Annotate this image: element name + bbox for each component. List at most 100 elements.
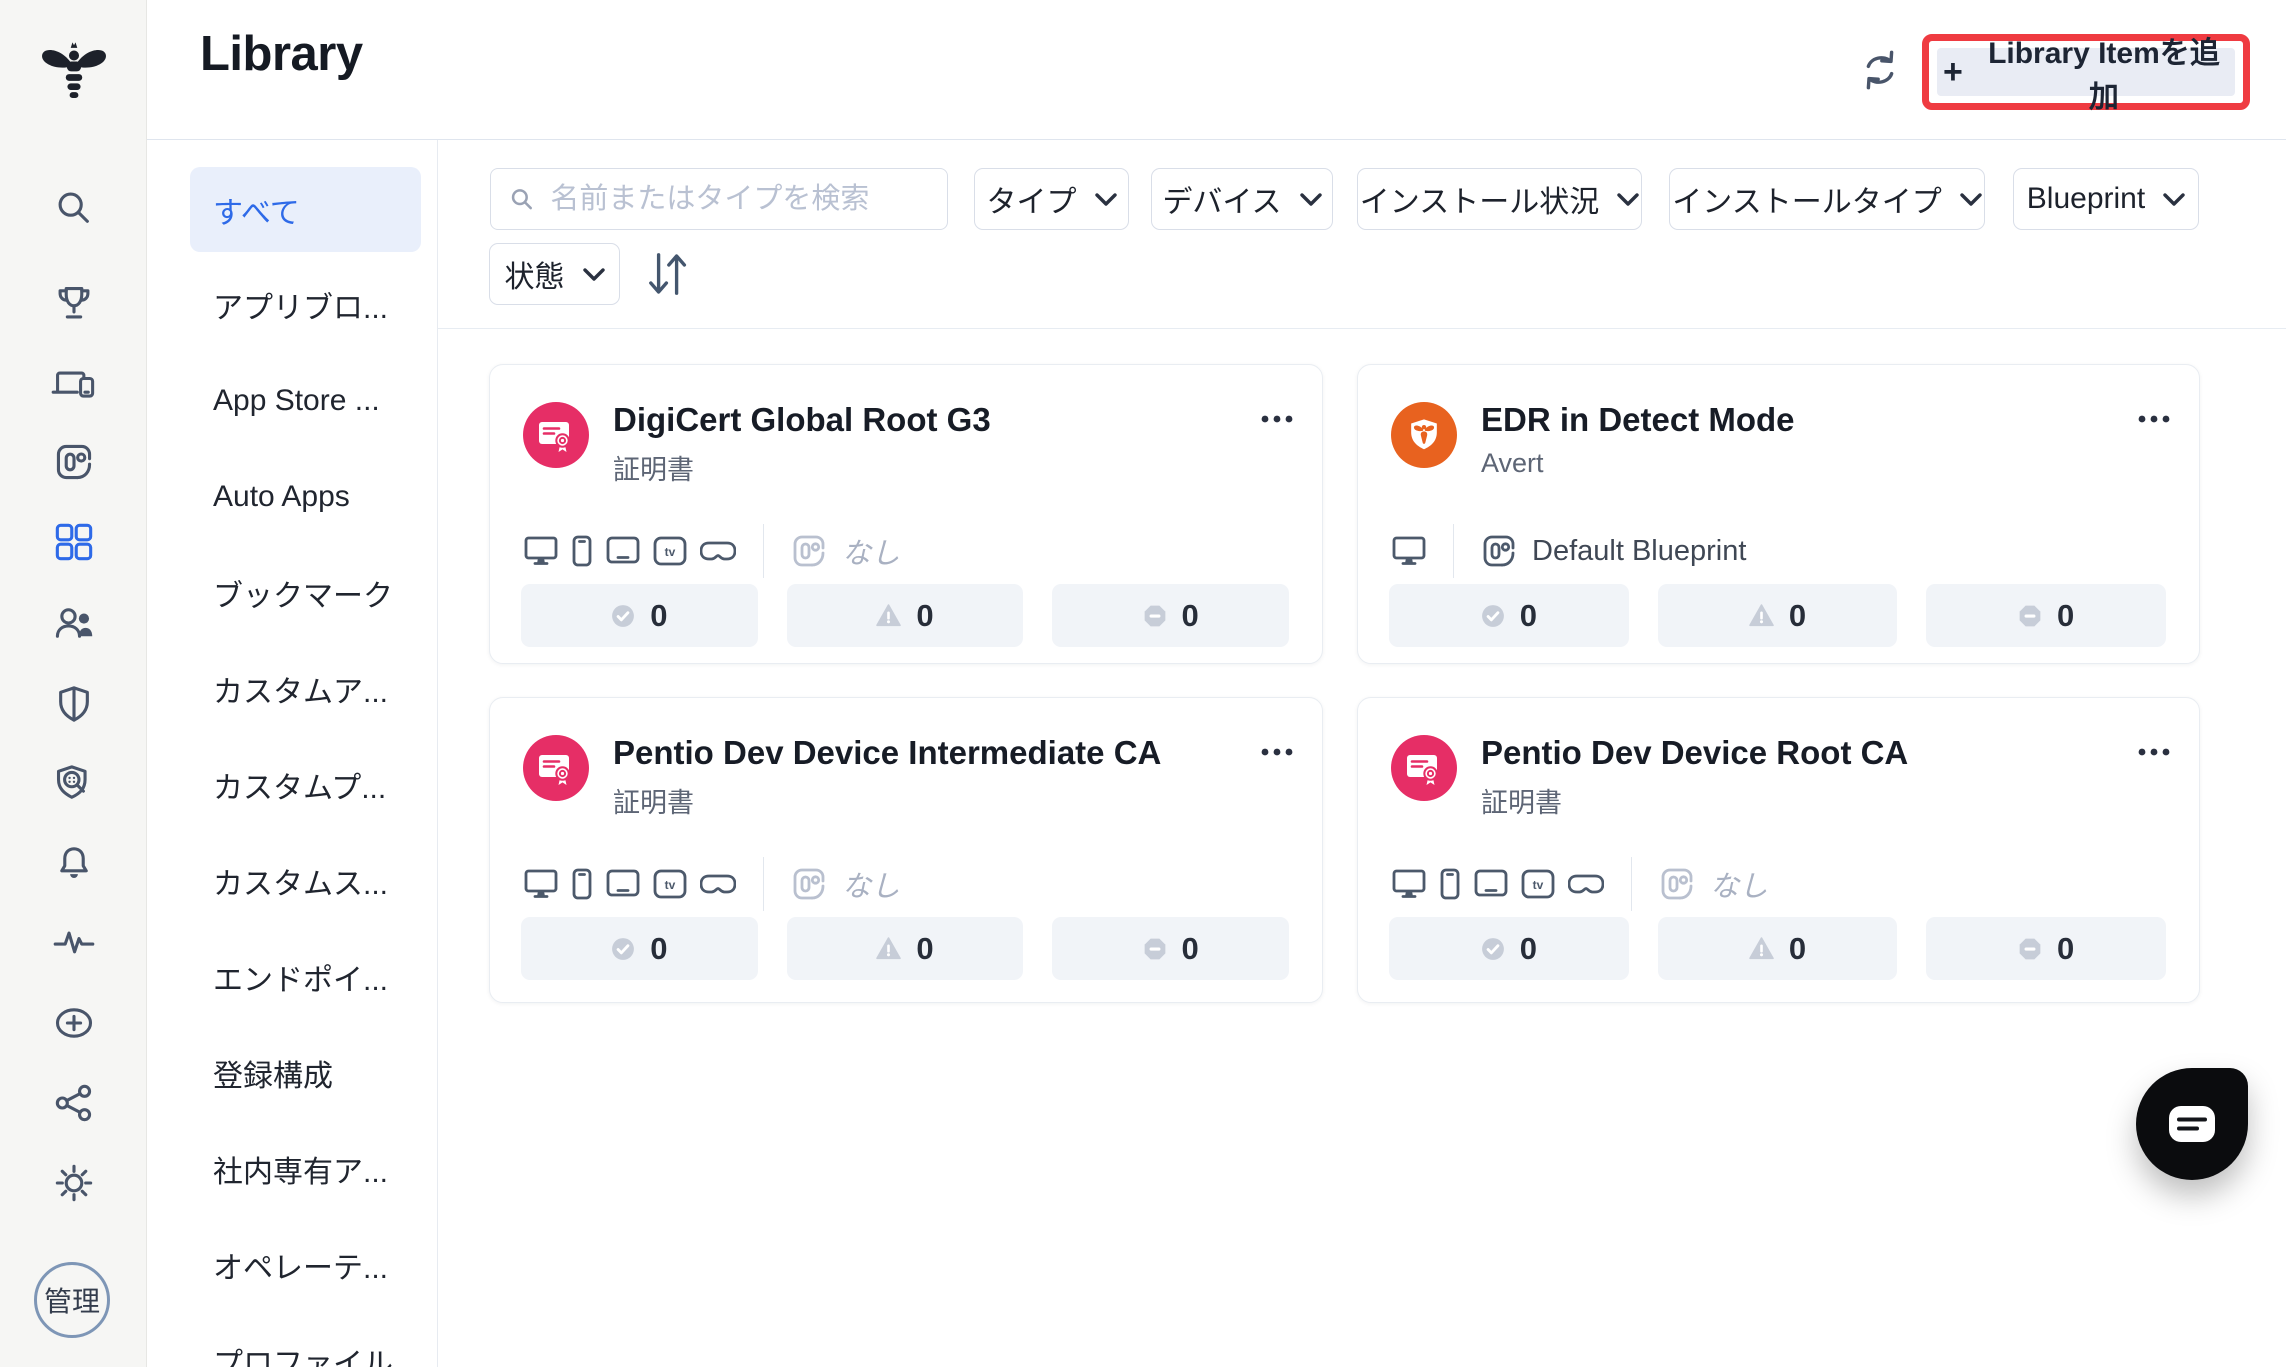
sidebar-item-custom-printers[interactable]: カスタムプ... xyxy=(147,737,437,833)
library-item-card-pentio-root[interactable]: Pentio Dev Device Root CA 証明書 tv なし 0 0 … xyxy=(1357,697,2200,1003)
status-ok-badge: 0 xyxy=(521,584,758,647)
status-warning-badge: 0 xyxy=(786,917,1024,980)
meta-divider xyxy=(763,857,764,911)
sidebar-item-operating[interactable]: オペレーテ... xyxy=(147,1217,437,1313)
card-menu-kebab-icon[interactable] xyxy=(1260,402,1294,424)
library-item-card-pentio-intermediate[interactable]: Pentio Dev Device Intermediate CA 証明書 tv xyxy=(489,697,1323,1003)
card-subtitle: Avert xyxy=(1481,448,1544,479)
sidebar-item-custom-scripts[interactable]: カスタムス... xyxy=(147,833,437,929)
rail-add-icon[interactable] xyxy=(0,1003,147,1043)
rail-library-icon-active[interactable] xyxy=(0,522,147,562)
meta-divider xyxy=(1453,524,1454,578)
card-subtitle: 証明書 xyxy=(613,455,694,486)
rail-settings-gear-icon[interactable] xyxy=(0,1163,147,1203)
ipad-icon xyxy=(1474,869,1508,897)
refresh-icon[interactable] xyxy=(1858,48,1902,92)
library-item-card-edr[interactable]: EDR in Detect Mode Avert Default Bluepri… xyxy=(1357,364,2200,664)
library-sidebar: すべて アプリブロ... App Store ... Auto Apps ブック… xyxy=(147,140,438,1367)
rail-alerts-bell-icon[interactable] xyxy=(0,843,147,883)
mac-icon xyxy=(1392,536,1426,565)
library-item-card-digicert[interactable]: DigiCert Global Root G3 証明書 tv なし 0 0 0 xyxy=(489,364,1323,664)
blueprint-label: なし xyxy=(842,871,901,903)
mac-icon xyxy=(524,536,558,565)
card-menu-kebab-icon[interactable] xyxy=(2137,735,2171,757)
visionpro-icon xyxy=(1568,874,1604,894)
sidebar-item-endpoint[interactable]: エンドポイ... xyxy=(147,929,437,1025)
rail-users-icon[interactable] xyxy=(0,603,147,643)
sidebar-item-app-store[interactable]: App Store ... xyxy=(147,353,437,449)
avert-icon xyxy=(1391,402,1457,468)
supported-devices: tv xyxy=(524,534,736,568)
search-input[interactable] xyxy=(548,181,929,217)
blocked-icon xyxy=(1144,938,1165,959)
blueprint-info: なし xyxy=(1659,863,1768,905)
search-icon xyxy=(511,189,532,210)
sidebar-item-auto-apps[interactable]: Auto Apps xyxy=(147,449,437,545)
supported-devices xyxy=(1392,534,1426,568)
add-library-item-label: Library Itemを追加 xyxy=(1988,37,2220,114)
status-blocked-badge: 0 xyxy=(1052,917,1290,980)
rail-shield-icon[interactable] xyxy=(0,684,147,724)
status-blocked-badge: 0 xyxy=(1052,584,1290,647)
card-menu-kebab-icon[interactable] xyxy=(2137,402,2171,424)
rail-search-icon[interactable] xyxy=(0,188,147,228)
blueprint-icon xyxy=(1483,535,1515,567)
blocked-icon xyxy=(1144,605,1165,626)
filter-type-dropdown[interactable]: タイプ xyxy=(974,168,1129,230)
sidebar-item-all[interactable]: すべて xyxy=(190,167,421,252)
rail-devices-icon[interactable] xyxy=(0,364,147,404)
check-circle-icon xyxy=(1481,937,1504,960)
nav-rail: 管理 xyxy=(0,0,147,1367)
sidebar-item-in-house-apps[interactable]: 社内専有ア... xyxy=(147,1121,437,1217)
filter-device-dropdown[interactable]: デバイス xyxy=(1151,168,1333,230)
admin-avatar[interactable]: 管理 xyxy=(34,1262,110,1338)
sidebar-item-profiles[interactable]: プロファイル xyxy=(147,1313,437,1367)
card-subtitle: 証明書 xyxy=(613,788,694,819)
filter-install-status-dropdown[interactable]: インストール状況 xyxy=(1357,168,1642,230)
mac-icon xyxy=(1392,869,1426,898)
svg-text:tv: tv xyxy=(1533,878,1544,892)
warning-triangle-icon xyxy=(1749,604,1774,627)
status-ok-badge: 0 xyxy=(521,917,758,980)
visionpro-icon xyxy=(700,874,736,894)
blueprint-icon xyxy=(793,868,825,900)
kandji-library-page: 管理 Library + Library Itemを追加 すべて アプリブロ..… xyxy=(0,0,2286,1367)
card-menu-kebab-icon[interactable] xyxy=(1260,735,1294,757)
blueprint-label: なし xyxy=(842,538,901,570)
iphone-icon xyxy=(572,535,592,567)
sidebar-item-app-blocking[interactable]: アプリブロ... xyxy=(147,257,437,353)
warning-triangle-icon xyxy=(1749,937,1774,960)
blueprint-info: なし xyxy=(791,530,900,572)
rail-integrations-icon[interactable] xyxy=(0,1083,147,1123)
sidebar-item-custom-apps[interactable]: カスタムア... xyxy=(147,641,437,737)
svg-text:tv: tv xyxy=(665,545,676,559)
status-warning-badge: 0 xyxy=(1657,584,1898,647)
filter-state-dropdown[interactable]: 状態 xyxy=(489,243,620,305)
status-warning-badge: 0 xyxy=(1657,917,1898,980)
iphone-icon xyxy=(1440,868,1460,900)
plus-icon: + xyxy=(1943,53,1963,91)
admin-avatar-label: 管理 xyxy=(43,1286,100,1317)
status-blocked-badge: 0 xyxy=(1926,917,2167,980)
chat-launcher[interactable] xyxy=(2136,1068,2248,1180)
add-library-item-button[interactable]: + Library Itemを追加 xyxy=(1937,37,2235,114)
status-warning-badge: 0 xyxy=(786,584,1024,647)
filter-install-type-dropdown[interactable]: インストールタイプ xyxy=(1669,168,1985,230)
rail-trophy-icon[interactable] xyxy=(0,283,147,323)
rail-library-items-icon[interactable] xyxy=(0,442,147,482)
chevron-down-icon xyxy=(1299,192,1322,206)
rail-threat-detection-icon[interactable] xyxy=(0,763,147,805)
status-blocked-badge: 0 xyxy=(1926,584,2167,647)
chevron-down-icon xyxy=(2163,192,2185,206)
sort-icon[interactable] xyxy=(643,248,691,300)
svg-text:tv: tv xyxy=(665,878,676,892)
certificate-icon xyxy=(1391,735,1457,801)
meta-divider xyxy=(1631,857,1632,911)
sidebar-item-bookmarks[interactable]: ブックマーク xyxy=(147,545,437,641)
sidebar-item-enrollment-config[interactable]: 登録構成 xyxy=(147,1025,437,1121)
card-title: Pentio Dev Device Root CA xyxy=(1481,734,1909,771)
kandji-bee-logo[interactable] xyxy=(0,40,147,106)
card-title: DigiCert Global Root G3 xyxy=(613,401,991,438)
filter-blueprint-dropdown[interactable]: Blueprint xyxy=(2013,168,2199,230)
rail-activity-icon[interactable] xyxy=(0,923,147,963)
